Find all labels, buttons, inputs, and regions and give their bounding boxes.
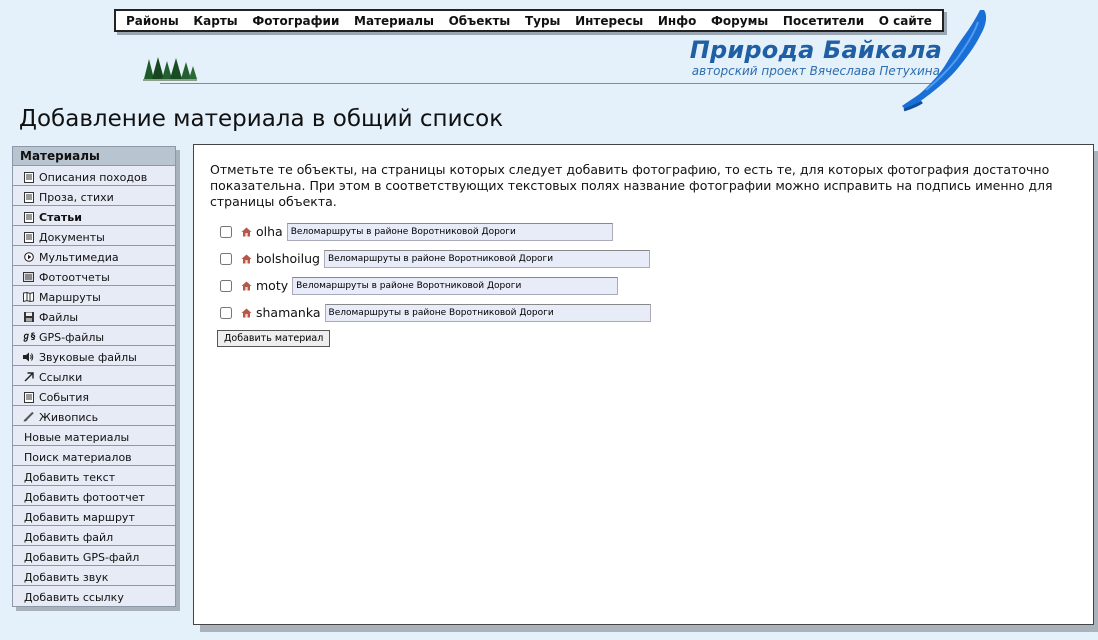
object-name[interactable]: shamanka [256,305,321,320]
sidebar-item-label: Маршруты [39,290,101,304]
top-nav: Районы Карты Фотографии Материалы Объект… [114,9,944,32]
sidebar-item-label: Добавить звук [24,570,109,584]
home-icon [241,227,252,237]
caption-input[interactable] [286,222,613,241]
doc-icon [23,191,34,203]
sidebar-item-label: Ссылки [39,370,83,384]
nav-link-regions[interactable]: Районы [126,14,179,28]
sidebar-item-label: Файлы [39,310,79,324]
object-row: olha [210,218,1077,245]
object-name[interactable]: bolshoilug [256,251,320,266]
sidebar-item-documents[interactable]: Документы [13,226,175,246]
header-divider [160,83,940,84]
sidebar-item-label: Поиск материалов [24,450,132,464]
floppy-icon [23,312,34,323]
sidebar-item-label: Добавить GPS-файл [24,550,140,564]
home-icon [241,254,252,264]
sidebar-item-prose[interactable]: Проза, стихи [13,186,175,206]
object-checkbox[interactable] [220,306,232,319]
sidebar-item-label: Добавить маршрут [24,510,135,524]
sidebar-item-files[interactable]: Файлы [13,306,175,326]
nav-link-maps[interactable]: Карты [193,14,237,28]
object-row: moty [210,272,1077,299]
sidebar-item-photo-reports[interactable]: Фотоотчеты [13,266,175,286]
nav-link-forums[interactable]: Форумы [711,14,768,28]
doc-icon [23,211,34,223]
add-material-button[interactable]: Добавить материал [217,330,331,347]
sidebar-item-label: GPS-файлы [39,330,105,344]
sidebar-item-add-file[interactable]: Добавить файл [13,526,175,546]
home-icon [241,308,252,318]
sidebar-item-label: Добавить фотоотчет [24,490,145,504]
sidebar-item-add-sound[interactable]: Добавить звук [13,566,175,586]
sidebar-item-label: Добавить файл [24,530,114,544]
object-name[interactable]: olha [256,224,283,239]
doc-icon [23,231,34,243]
nav-link-info[interactable]: Инфо [658,14,696,28]
caption-input[interactable] [323,249,650,268]
sidebar-item-label: Звуковые файлы [39,350,137,364]
arrow-icon [23,372,34,383]
object-checkbox[interactable] [220,279,232,292]
sidebar-item-label: Добавить текст [24,470,116,484]
sidebar-item-label: Мультимедиа [39,250,119,264]
nav-link-tours[interactable]: Туры [525,14,560,28]
nav-link-photos[interactable]: Фотографии [252,14,339,28]
sidebar-item-label: Фотоотчеты [39,270,110,284]
route-icon [23,292,34,303]
caption-input[interactable] [324,303,651,322]
sidebar-item-search-materials[interactable]: Поиск материалов [13,446,175,466]
sidebar-item-add-route[interactable]: Добавить маршрут [13,506,175,526]
object-checkbox[interactable] [220,252,232,265]
object-name[interactable]: moty [256,278,288,293]
nav-link-materials[interactable]: Материалы [354,14,434,28]
page-title: Добавление материала в общий список [19,106,504,132]
sidebar-item-label: События [39,390,90,404]
sidebar-item-label: Добавить ссылку [24,591,124,604]
play-icon [23,252,34,263]
sidebar-item-sound-files[interactable]: Звуковые файлы [13,346,175,366]
sidebar-item-gps-files[interactable]: ℊ§ GPS-файлы [13,326,175,346]
sidebar-item-links[interactable]: Ссылки [13,366,175,386]
sidebar-item-articles[interactable]: Статьи [13,206,175,226]
sidebar-item-label: Описания походов [39,170,148,184]
main-content: Отметьте те объекты, на страницы которых… [193,144,1094,625]
sidebar-item-label: Статьи [39,210,82,224]
home-icon [241,281,252,291]
object-checkbox[interactable] [220,225,232,238]
nav-link-interests[interactable]: Интересы [575,14,643,28]
caption-input[interactable] [292,276,619,295]
sidebar-item-events[interactable]: События [13,386,175,406]
sidebar-item-label: Документы [39,230,105,244]
sidebar-item-label: Живопись [39,410,99,424]
sidebar-header[interactable]: Материалы [13,147,175,166]
doc-icon [23,391,34,403]
gps-icon: ℊ§ [21,331,36,342]
sidebar-item-label: Проза, стихи [39,190,114,204]
sidebar-item-new-materials[interactable]: Новые материалы [13,426,175,446]
sidebar-item-painting[interactable]: Живопись [13,406,175,426]
object-row: bolshoilug [210,245,1077,272]
sidebar-item-trip-reports[interactable]: Описания походов [13,166,175,186]
instructions-text: Отметьте те объекты, на страницы которых… [210,162,1053,209]
speaker-icon [23,352,34,363]
object-row: shamanka [210,299,1077,326]
trees-logo [143,57,197,81]
sidebar-materials: Материалы Описания походов Проза, стихи … [12,146,176,607]
nav-link-objects[interactable]: Объекты [449,14,511,28]
doc-icon [23,171,34,183]
sidebar-item-multimedia[interactable]: Мультимедиа [13,246,175,266]
sidebar-item-label: Новые материалы [24,430,130,444]
brush-icon [23,412,34,423]
sidebar-item-add-gps-file[interactable]: Добавить GPS-файл [13,546,175,566]
sidebar-item-add-link[interactable]: Добавить ссылку [13,586,175,606]
nav-link-visitors[interactable]: Посетители [783,14,864,28]
sidebar-item-add-photo-report[interactable]: Добавить фотоотчет [13,486,175,506]
sidebar-item-add-text[interactable]: Добавить текст [13,466,175,486]
photo-icon [23,272,34,283]
baikal-logo[interactable] [900,6,992,116]
sidebar-item-routes[interactable]: Маршруты [13,286,175,306]
